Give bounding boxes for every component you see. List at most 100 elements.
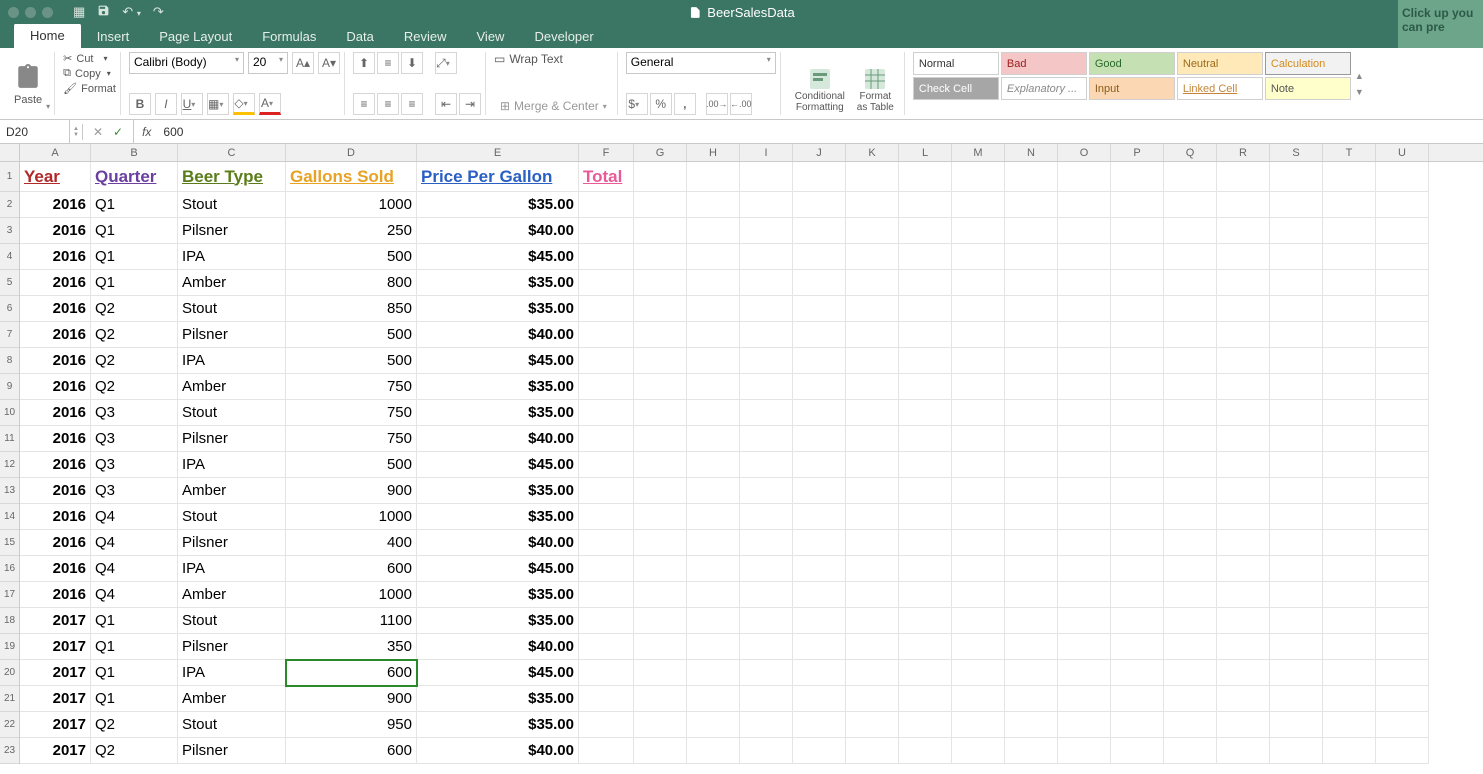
cell[interactable] bbox=[846, 634, 899, 660]
cell[interactable] bbox=[634, 686, 687, 712]
cell[interactable] bbox=[1376, 556, 1429, 582]
cell[interactable]: $45.00 bbox=[417, 556, 579, 582]
cell[interactable] bbox=[740, 738, 793, 764]
minimize-icon[interactable] bbox=[25, 7, 36, 18]
styles-up-icon[interactable]: ▲ bbox=[1355, 71, 1364, 81]
cell[interactable] bbox=[740, 348, 793, 374]
cell[interactable] bbox=[846, 530, 899, 556]
comma-button[interactable]: , bbox=[674, 93, 696, 115]
align-center-button[interactable]: ≡ bbox=[377, 93, 399, 115]
cell[interactable] bbox=[1005, 738, 1058, 764]
cell[interactable] bbox=[1005, 530, 1058, 556]
cell[interactable] bbox=[1164, 556, 1217, 582]
cell[interactable] bbox=[1005, 608, 1058, 634]
cell[interactable] bbox=[1376, 660, 1429, 686]
cell[interactable] bbox=[1217, 162, 1270, 192]
style-linked-cell[interactable]: Linked Cell bbox=[1177, 77, 1263, 100]
cell[interactable] bbox=[952, 426, 1005, 452]
cell[interactable] bbox=[1164, 452, 1217, 478]
cell[interactable] bbox=[1111, 608, 1164, 634]
cell[interactable]: Stout bbox=[178, 400, 286, 426]
cell[interactable] bbox=[634, 192, 687, 218]
cell[interactable]: $45.00 bbox=[417, 348, 579, 374]
cell[interactable]: IPA bbox=[178, 244, 286, 270]
cell[interactable]: IPA bbox=[178, 452, 286, 478]
cell[interactable]: 2016 bbox=[20, 426, 91, 452]
cell[interactable] bbox=[1376, 738, 1429, 764]
style-good[interactable]: Good bbox=[1089, 52, 1175, 75]
cell[interactable]: Amber bbox=[178, 582, 286, 608]
cell[interactable] bbox=[687, 556, 740, 582]
tab-data[interactable]: Data bbox=[332, 25, 387, 48]
cell[interactable] bbox=[1217, 530, 1270, 556]
cell[interactable] bbox=[1111, 634, 1164, 660]
cell[interactable] bbox=[579, 218, 634, 244]
cell[interactable]: $35.00 bbox=[417, 686, 579, 712]
cell[interactable] bbox=[740, 478, 793, 504]
cell[interactable] bbox=[687, 322, 740, 348]
cell[interactable] bbox=[952, 608, 1005, 634]
cell[interactable]: 250 bbox=[286, 218, 417, 244]
row-header-4[interactable]: 4 bbox=[0, 244, 19, 270]
cell[interactable] bbox=[634, 162, 687, 192]
cell[interactable] bbox=[1217, 634, 1270, 660]
cell[interactable]: 750 bbox=[286, 400, 417, 426]
cell[interactable] bbox=[846, 608, 899, 634]
row-header-19[interactable]: 19 bbox=[0, 634, 19, 660]
styles-down-icon[interactable]: ▼ bbox=[1355, 87, 1364, 97]
cell[interactable] bbox=[952, 478, 1005, 504]
cell[interactable]: $45.00 bbox=[417, 660, 579, 686]
cell[interactable]: Amber bbox=[178, 478, 286, 504]
cell[interactable] bbox=[1005, 322, 1058, 348]
fx-icon[interactable]: fx bbox=[134, 125, 159, 139]
cell[interactable] bbox=[1058, 634, 1111, 660]
cell[interactable] bbox=[1058, 400, 1111, 426]
cell[interactable] bbox=[1376, 162, 1429, 192]
cell[interactable] bbox=[1111, 296, 1164, 322]
cell[interactable] bbox=[1164, 634, 1217, 660]
cell[interactable] bbox=[579, 244, 634, 270]
cell[interactable] bbox=[1164, 660, 1217, 686]
cell[interactable] bbox=[1376, 452, 1429, 478]
spreadsheet-grid[interactable]: ABCDEFGHIJKLMNOPQRSTU 123456789101112131… bbox=[0, 144, 1483, 764]
cell[interactable] bbox=[1217, 374, 1270, 400]
cell[interactable] bbox=[1005, 712, 1058, 738]
cell[interactable] bbox=[793, 556, 846, 582]
cell[interactable] bbox=[846, 582, 899, 608]
cell[interactable] bbox=[687, 504, 740, 530]
cell[interactable] bbox=[1111, 530, 1164, 556]
row-header-2[interactable]: 2 bbox=[0, 192, 19, 218]
cell[interactable] bbox=[846, 374, 899, 400]
cell[interactable] bbox=[740, 634, 793, 660]
cell[interactable]: $35.00 bbox=[417, 374, 579, 400]
row-header-21[interactable]: 21 bbox=[0, 686, 19, 712]
cell[interactable] bbox=[1005, 218, 1058, 244]
cell[interactable]: 2016 bbox=[20, 374, 91, 400]
cell[interactable]: Q1 bbox=[91, 192, 178, 218]
cell[interactable] bbox=[579, 452, 634, 478]
cell[interactable] bbox=[687, 478, 740, 504]
cell[interactable] bbox=[1111, 712, 1164, 738]
align-top-button[interactable]: ⬆ bbox=[353, 52, 375, 74]
cell[interactable] bbox=[1058, 712, 1111, 738]
sheet-view-icon[interactable]: ▦ bbox=[73, 4, 85, 20]
cell[interactable] bbox=[1005, 192, 1058, 218]
cell[interactable] bbox=[1376, 634, 1429, 660]
cell[interactable]: $45.00 bbox=[417, 452, 579, 478]
cell[interactable]: 1000 bbox=[286, 192, 417, 218]
header-cell[interactable]: Quarter bbox=[91, 162, 178, 192]
cell[interactable]: 2016 bbox=[20, 296, 91, 322]
cell[interactable]: $35.00 bbox=[417, 270, 579, 296]
cell[interactable] bbox=[1270, 218, 1323, 244]
cell[interactable] bbox=[1111, 738, 1164, 764]
name-box[interactable]: D20 bbox=[0, 120, 70, 143]
undo-icon[interactable]: ↶ ▾ bbox=[122, 4, 141, 20]
cell[interactable] bbox=[634, 296, 687, 322]
cell[interactable] bbox=[793, 686, 846, 712]
cell[interactable] bbox=[899, 270, 952, 296]
cell[interactable] bbox=[1376, 296, 1429, 322]
cell[interactable] bbox=[1058, 426, 1111, 452]
cell[interactable] bbox=[634, 218, 687, 244]
cell[interactable] bbox=[1270, 348, 1323, 374]
cell[interactable]: 600 bbox=[286, 660, 417, 686]
